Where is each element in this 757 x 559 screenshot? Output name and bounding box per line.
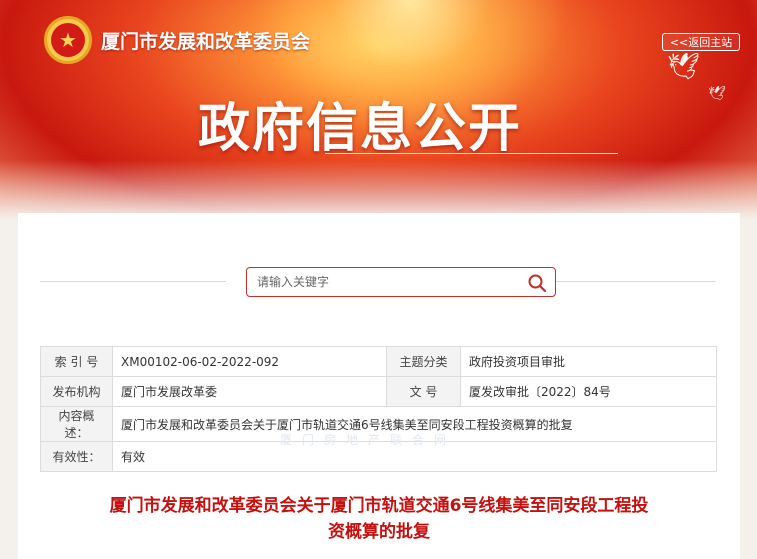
search-icon[interactable] (527, 273, 547, 293)
national-emblem-icon: ★ (44, 16, 92, 64)
document-title-line2: 资概算的批复 (328, 522, 430, 542)
divider (556, 281, 716, 282)
document-title-line1: 厦门市发展和改革委员会关于厦门市轨道交通6号线集美至同安段工程投 (109, 496, 649, 516)
index-value: XM00102-06-02-2022-092 (112, 346, 387, 377)
page-title: 政府信息公开 (198, 99, 523, 159)
search-bar (40, 267, 716, 297)
watermark: 厦门房地产联合网 (280, 433, 457, 447)
search-box (246, 267, 556, 297)
table-row: 索 引 号 XM00102-06-02-2022-092 主题分类 政府投资项目… (40, 346, 717, 377)
summary-label: 内容概述： (40, 406, 113, 442)
validity-label: 有效性： (40, 441, 113, 472)
back-to-main-link[interactable]: <<返回主站 (662, 33, 740, 51)
org-name[interactable]: 厦门市发展和改革委员会 (101, 27, 310, 54)
docno-label: 文 号 (386, 376, 461, 407)
document-title: 厦门市发展和改革委员会关于厦门市轨道交通6号线集美至同安段工程投 资概算的批复 (18, 493, 740, 545)
publisher-label: 发布机构 (40, 376, 113, 407)
document-info-table: 索 引 号 XM00102-06-02-2022-092 主题分类 政府投资项目… (40, 346, 717, 472)
divider (40, 281, 226, 282)
dove-icon: 🕊 (708, 86, 726, 102)
index-label: 索 引 号 (40, 346, 113, 377)
main-content: 索 引 号 XM00102-06-02-2022-092 主题分类 政府投资项目… (18, 213, 740, 559)
table-row: 发布机构 厦门市发展改革委 文 号 厦发改审批〔2022〕84号 (40, 376, 717, 407)
emblem-star-icon: ★ (51, 23, 85, 57)
docno-value: 厦发改审批〔2022〕84号 (460, 376, 717, 407)
dove-icon: 🕊 (667, 52, 701, 82)
search-input[interactable] (247, 268, 517, 296)
category-label: 主题分类 (386, 346, 461, 377)
category-value: 政府投资项目审批 (460, 346, 717, 377)
title-underline (325, 153, 618, 154)
publisher-value: 厦门市发展改革委 (112, 376, 387, 407)
